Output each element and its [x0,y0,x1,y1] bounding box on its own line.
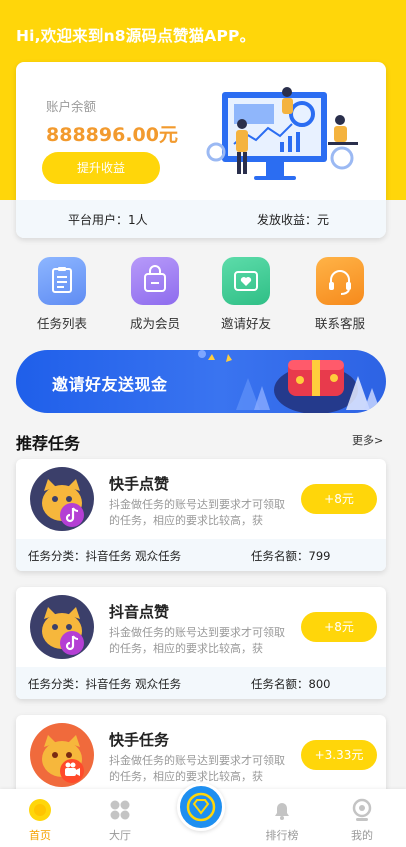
tab-hall[interactable]: 大厅 [80,789,160,847]
task-description: 抖金做任务的账号达到要求才可领取的任务，相应的要求比较高，获 [109,626,285,655]
task-card[interactable]: 快手点赞 抖金做任务的账号达到要求才可领取的任务，相应的要求比较高，获 +8元 … [16,459,386,571]
task-description: 抖金做任务的账号达到要求才可领取的任务，相应的要求比较高，获 [109,498,285,527]
gift-box-illustration [198,350,380,413]
task-category: 任务分类：抖音任务 观众任务 [28,549,182,563]
task-reward-button[interactable]: +8元 [301,484,377,514]
menu-item-label: 邀请好友 [220,316,271,331]
member-bag-icon [131,257,179,305]
menu-item-task-list[interactable]: 任务列表 [22,257,102,332]
balance-card: 账户余额 888896.00元 提升收益 平台用户：1人 发放收益：元 [16,62,386,238]
grid-dots-icon [110,800,130,820]
clipboard-icon [38,257,86,305]
tab-mine[interactable]: 我的 [322,789,402,847]
diamond-icon [186,792,216,822]
tab-label: 大厅 [109,829,131,842]
task-quota: 任务名额：799 [251,549,331,563]
balance-stats-bar: 平台用户：1人 发放收益：元 [16,200,386,238]
task-category: 任务分类：抖音任务 观众任务 [28,677,182,691]
bottom-tab-bar: 首页 大厅 排行榜 我的 [0,783,406,847]
menu-item-membership[interactable]: 成为会员 [115,257,195,332]
tab-ranking[interactable]: 排行榜 [242,789,322,847]
envelope-heart-icon [222,257,270,305]
quick-menu: 任务列表 成为会员 邀请好友 联系客服 [0,257,406,335]
menu-item-support[interactable]: 联系客服 [300,257,380,332]
tab-label: 我的 [351,829,373,842]
menu-item-label: 联系客服 [314,316,365,331]
dashboard-illustration [206,87,358,180]
task-name: 抖音点赞 [109,603,170,621]
profile-icon [352,798,372,821]
task-quota: 任务名额：800 [251,677,331,691]
tab-center-diamond[interactable] [177,783,225,831]
balance-value: 888896.00元 [46,124,178,146]
task-avatar [30,595,94,659]
tab-label: 首页 [29,829,51,842]
invite-banner[interactable]: 邀请好友送现金 [16,350,386,413]
banner-text: 邀请好友送现金 [52,375,168,394]
home-icon [29,799,51,821]
withdraw-button[interactable]: 提升收益 [42,152,160,184]
menu-item-label: 任务列表 [36,316,87,331]
balance-label: 账户余额 [46,99,97,114]
platform-users-text: 平台用户：1人 [68,213,148,227]
cat-avatar-icon [42,607,84,655]
tab-home[interactable]: 首页 [0,789,80,847]
task-reward-button[interactable]: +8元 [301,612,377,642]
task-description: 抖金做任务的账号达到要求才可领取的任务，相应的要求比较高，获 [109,754,285,783]
menu-item-label: 成为会员 [129,316,180,331]
bell-icon [275,803,289,820]
task-name: 快手任务 [109,731,170,749]
cat-avatar-icon [42,735,84,783]
task-avatar [30,467,94,531]
task-avatar [30,723,94,787]
menu-item-invite[interactable]: 邀请好友 [206,257,286,332]
task-card[interactable]: 抖音点赞 抖金做任务的账号达到要求才可领取的任务，相应的要求比较高，获 +8元 … [16,587,386,699]
cat-avatar-icon [42,479,84,527]
headset-icon [316,257,364,305]
recommend-title: 推荐任务 [16,434,81,453]
task-reward-button[interactable]: +3.33元 [301,740,377,770]
task-footer: 任务分类：抖音任务 观众任务 任务名额：800 [16,667,386,699]
greeting-text: Hi,欢迎来到n8源码点赞猫APP。 [16,27,256,45]
tab-label: 排行榜 [265,829,299,842]
payout-text: 发放收益：元 [257,213,330,227]
task-name: 快手点赞 [109,475,170,493]
task-footer: 任务分类：抖音任务 观众任务 任务名额：799 [16,539,386,571]
more-link[interactable]: 更多> [352,432,383,448]
